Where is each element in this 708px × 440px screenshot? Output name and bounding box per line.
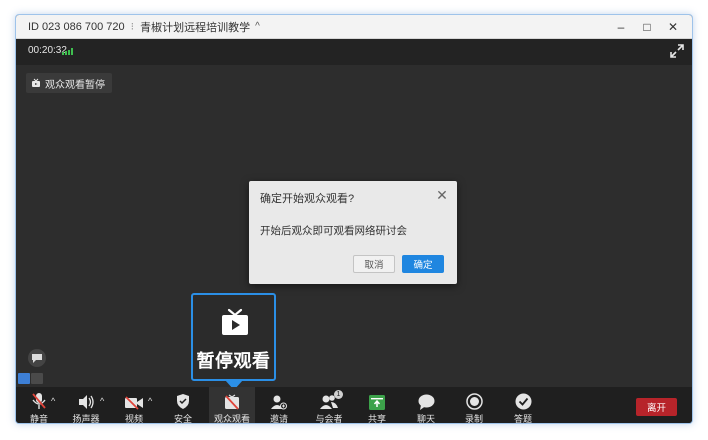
user-indicator-icon[interactable] xyxy=(18,373,30,384)
meeting-window: ID 023 086 700 720 ⁝ 青椒计划远程培训教学 ^ – □ ✕ … xyxy=(15,14,693,424)
shield-icon xyxy=(177,394,189,409)
title-bar: ID 023 086 700 720 ⁝ 青椒计划远程培训教学 ^ – □ ✕ xyxy=(16,15,692,39)
minimize-button[interactable]: – xyxy=(608,20,634,34)
share-button[interactable]: 共享 xyxy=(366,387,388,424)
dialog-close-icon[interactable]: ✕ xyxy=(435,187,449,204)
status-bar: 00:20:32 xyxy=(16,39,692,65)
tv-paused-icon xyxy=(225,394,239,410)
video-button[interactable]: 视频 xyxy=(121,387,147,424)
speaker-icon xyxy=(79,395,94,409)
leave-button[interactable]: 离开 xyxy=(636,398,677,416)
audience-paused-tag: 观众观看暂停 xyxy=(26,73,112,93)
maximize-button[interactable]: □ xyxy=(634,20,660,34)
fullscreen-icon[interactable] xyxy=(668,42,686,60)
record-icon xyxy=(465,393,483,410)
microphone-muted-icon xyxy=(32,393,46,409)
camera-off-icon xyxy=(125,396,143,410)
security-label: 安全 xyxy=(173,414,192,424)
participants-label: 与会者 xyxy=(315,414,343,424)
chat-bubble-icon[interactable] xyxy=(28,349,46,367)
close-window-button[interactable]: ✕ xyxy=(660,20,686,34)
participants-count-badge: 1 xyxy=(334,390,343,399)
chat-button[interactable]: 聊天 xyxy=(415,387,437,424)
chat-label: 聊天 xyxy=(416,414,435,424)
network-signal-icon xyxy=(62,48,73,55)
tooltip-label: 暂停观看 xyxy=(196,351,271,371)
tv-play-icon xyxy=(222,308,248,335)
pause-viewing-tooltip: 暂停观看 xyxy=(191,293,276,381)
invite-button[interactable]: 邀请 xyxy=(268,387,290,424)
speaker-button[interactable]: 扬声器 xyxy=(71,387,101,424)
invite-label: 邀请 xyxy=(269,414,288,424)
speech-icon xyxy=(32,354,42,363)
participants-button[interactable]: 1 与会者 xyxy=(315,387,343,424)
video-stage: 观众观看暂停 确定开始观众观看? ✕ 开始后观众即可观看网络研讨会 取消 确定 … xyxy=(16,65,692,390)
record-label: 录制 xyxy=(464,414,483,424)
speaker-label: 扬声器 xyxy=(72,414,100,424)
mute-options-caret-icon[interactable]: ^ xyxy=(51,396,55,406)
share-label: 共享 xyxy=(367,414,386,424)
audience-view-button[interactable]: 观众观看 xyxy=(209,387,255,424)
record-button[interactable]: 录制 xyxy=(463,387,485,424)
cancel-button[interactable]: 取消 xyxy=(353,255,395,273)
mute-label: 静音 xyxy=(29,414,48,424)
add-user-icon xyxy=(271,395,287,410)
video-options-caret-icon[interactable]: ^ xyxy=(148,396,152,406)
dialog-message: 开始后观众即可观看网络研讨会 xyxy=(260,225,407,237)
dialog-title: 确定开始观众观看? xyxy=(260,193,355,205)
check-circle-icon xyxy=(515,393,531,410)
chat-icon xyxy=(418,394,434,410)
mic-indicator-icon[interactable] xyxy=(31,373,43,384)
speaker-options-caret-icon[interactable]: ^ xyxy=(100,396,104,406)
meeting-toolbar: 静音 ^ 扬声器 ^ 视频 ^ 安全 观众观看 邀请 1 与会者 共享 聊天 录… xyxy=(16,387,692,424)
security-button[interactable]: 安全 xyxy=(170,387,196,424)
confirm-button[interactable]: 确定 xyxy=(402,255,444,273)
video-label: 视频 xyxy=(124,414,143,424)
title-separator: ⁝ xyxy=(130,21,135,33)
self-view-indicators xyxy=(18,373,43,384)
mute-button[interactable]: 静音 xyxy=(27,387,51,424)
audience-paused-label: 观众观看暂停 xyxy=(45,79,105,91)
meeting-name[interactable]: 青椒计划远程培训教学 xyxy=(140,19,250,35)
meeting-info-chevron-icon[interactable]: ^ xyxy=(255,21,260,32)
qa-label: 答题 xyxy=(513,414,532,424)
confirm-dialog: 确定开始观众观看? ✕ 开始后观众即可观看网络研讨会 取消 确定 xyxy=(249,181,457,284)
qa-button[interactable]: 答题 xyxy=(512,387,534,424)
window-controls: – □ ✕ xyxy=(608,15,686,39)
tv-icon xyxy=(32,78,40,87)
meeting-id: ID 023 086 700 720 xyxy=(28,20,125,33)
share-screen-icon xyxy=(369,395,385,410)
audience-view-label: 观众观看 xyxy=(213,414,250,424)
